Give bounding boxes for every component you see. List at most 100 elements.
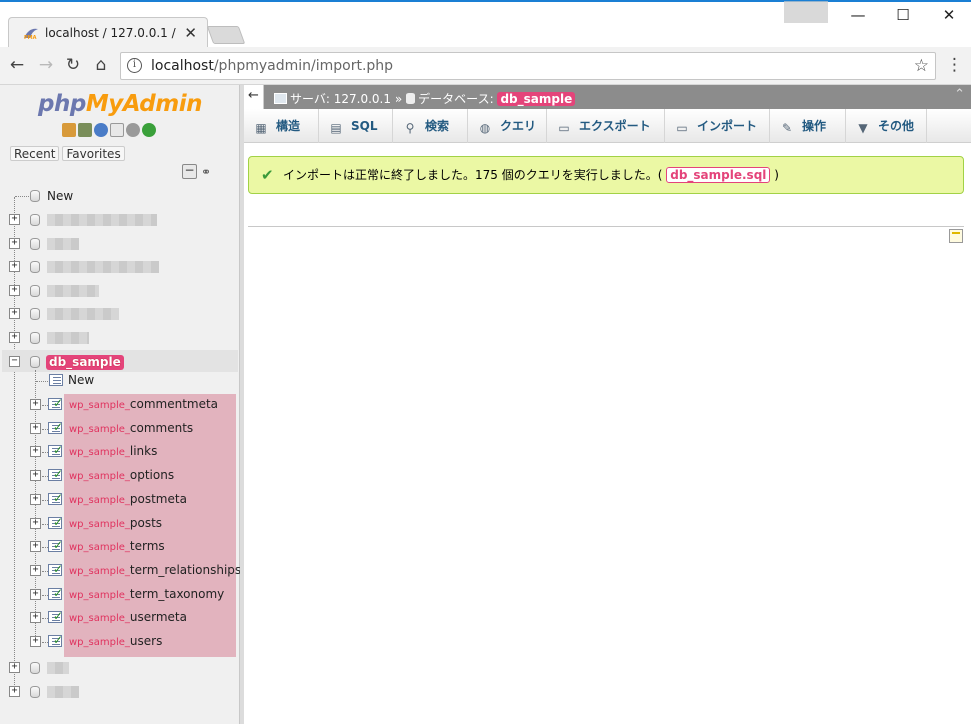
table-name-link[interactable]: wp_sample_posts (69, 516, 162, 530)
breadcrumb-db-name[interactable]: db_sample (497, 92, 576, 106)
favorites-button[interactable]: Favorites (62, 146, 125, 161)
reload-icon[interactable]: ↻ (62, 55, 84, 75)
expand-icon[interactable]: + (9, 308, 20, 319)
expand-icon[interactable]: + (30, 564, 41, 576)
expand-icon[interactable]: + (30, 493, 41, 505)
recent-button[interactable]: Recent (10, 146, 60, 161)
checkmark-icon: ✔ (261, 166, 274, 184)
redacted-db-name[interactable] (47, 662, 69, 674)
redacted-db-name[interactable] (47, 308, 119, 320)
expand-icon[interactable]: + (9, 238, 20, 249)
collapse-top-icon[interactable]: ⌃ (954, 87, 965, 102)
database-icon (30, 332, 40, 344)
expand-icon[interactable]: + (30, 446, 41, 458)
expand-icon[interactable]: + (9, 214, 20, 225)
home-icon[interactable]: ⌂ (90, 55, 112, 75)
maximize-icon[interactable]: ☐ (893, 6, 913, 24)
collapse-all-icon[interactable]: − (182, 164, 197, 179)
phpmyadmin-logo[interactable]: phpMyAdmin (38, 91, 202, 117)
table-name-link[interactable]: wp_sample_links (69, 444, 157, 458)
expand-icon[interactable]: + (9, 662, 20, 673)
table-name: options (129, 468, 175, 483)
table-check-icon: ✓ (53, 585, 64, 600)
table-name-link[interactable]: wp_sample_commentmeta (69, 397, 218, 411)
tab-import[interactable]: ▭ インポート (665, 109, 770, 143)
link-with-main-icon[interactable]: ⚭ (201, 165, 211, 179)
console-icon[interactable] (949, 229, 963, 243)
browser-tab[interactable]: PMA localhost / 127.0.0.1 / ✕ (8, 17, 208, 47)
table-name-link[interactable]: wp_sample_comments (69, 421, 193, 435)
profile-avatar[interactable] (784, 1, 828, 23)
new-table-link[interactable]: New (68, 373, 94, 387)
redacted-db-name[interactable] (47, 285, 99, 297)
tab-title: localhost / 127.0.0.1 / (45, 26, 176, 40)
url-text[interactable]: localhost/phpmyadmin/import.php (151, 58, 393, 74)
help-icon[interactable] (94, 123, 108, 137)
table-name-link[interactable]: wp_sample_users (69, 634, 162, 648)
table-name-link[interactable]: wp_sample_term_relationships (69, 563, 241, 577)
table-prefix: wp_sample_ (69, 589, 130, 601)
back-arrow-icon[interactable]: ← (6, 55, 28, 75)
nav-resize-handle[interactable] (240, 85, 244, 724)
tab-more[interactable]: ▼ その他 (846, 109, 927, 143)
home-icon[interactable] (62, 123, 76, 137)
expand-icon[interactable]: + (30, 517, 41, 529)
redacted-db-name[interactable] (47, 332, 89, 344)
browser-menu-icon[interactable]: ⋮ (946, 55, 963, 75)
breadcrumb-server[interactable]: サーバ: 127.0.0.1 (290, 92, 391, 106)
logout-icon[interactable] (78, 123, 92, 137)
new-database-link[interactable]: New (47, 189, 73, 203)
tab-export[interactable]: ▭ エクスポート (547, 109, 665, 143)
redacted-db-name[interactable] (47, 238, 79, 250)
expand-icon[interactable]: + (30, 470, 41, 482)
tab-search[interactable]: ⚲ 検索 (393, 109, 468, 143)
expand-icon[interactable]: + (30, 399, 41, 410)
table-check-icon: ✓ (53, 561, 64, 576)
close-window-icon[interactable]: ✕ (939, 6, 959, 24)
redacted-db-name[interactable] (47, 214, 157, 226)
table-name-link[interactable]: wp_sample_term_taxonomy (69, 587, 224, 601)
expand-icon[interactable]: + (9, 686, 20, 697)
new-tab-button[interactable] (206, 26, 246, 44)
tab-sql[interactable]: ▤ SQL (319, 109, 393, 143)
address-bar[interactable]: i localhost/phpmyadmin/import.php ☆ (120, 52, 936, 80)
table-name: users (129, 634, 163, 648)
expand-icon[interactable]: + (9, 285, 20, 296)
table-name-link[interactable]: wp_sample_options (69, 468, 174, 482)
selected-db-name[interactable]: db_sample (46, 355, 124, 370)
settings-gear-icon[interactable] (126, 123, 140, 137)
tab-structure[interactable]: ▦ 構造 (244, 109, 319, 143)
structure-icon: ▦ (255, 121, 267, 135)
table-name-link[interactable]: wp_sample_usermeta (69, 610, 187, 624)
expand-icon[interactable]: + (30, 636, 41, 647)
nav-toggle-arrow-icon[interactable]: ← (244, 85, 264, 109)
table-name-link[interactable]: wp_sample_postmeta (69, 492, 187, 506)
table-name: terms (129, 539, 165, 554)
expand-icon[interactable]: + (30, 541, 41, 553)
table-name-link[interactable]: wp_sample_terms (69, 539, 165, 553)
expand-icon[interactable]: + (30, 612, 41, 624)
search-icon: ⚲ (405, 121, 415, 135)
tab-query[interactable]: ◍ クエリ (468, 109, 547, 143)
table-check-icon: ✓ (53, 396, 64, 410)
expand-icon[interactable]: + (30, 422, 41, 434)
collapse-icon[interactable]: − (9, 356, 20, 367)
reload-nav-icon[interactable] (142, 123, 156, 137)
minimize-icon[interactable]: — (848, 6, 868, 24)
expand-icon[interactable]: + (30, 588, 41, 600)
redacted-db-name[interactable] (47, 686, 79, 698)
tab-menu: ▦ 構造 ▤ SQL ⚲ 検索 ◍ クエリ ▭ エクスポート ▭ インポート ✎ 操作 ▼ その… (244, 109, 971, 143)
expand-icon[interactable]: + (9, 332, 20, 343)
docs-icon[interactable] (110, 123, 124, 137)
sql-icon: ▤ (330, 121, 342, 135)
expand-icon[interactable]: + (9, 261, 20, 272)
bookmark-star-icon[interactable]: ☆ (914, 56, 929, 76)
table-check-icon: ✓ (53, 490, 64, 505)
export-icon: ▭ (558, 121, 570, 135)
table-name: postmeta (129, 491, 187, 506)
forward-arrow-icon[interactable]: → (35, 55, 57, 75)
site-info-icon[interactable]: i (127, 58, 142, 73)
tab-operations[interactable]: ✎ 操作 (770, 109, 846, 143)
redacted-db-name[interactable] (47, 261, 159, 273)
tab-close-icon[interactable]: ✕ (184, 24, 197, 42)
